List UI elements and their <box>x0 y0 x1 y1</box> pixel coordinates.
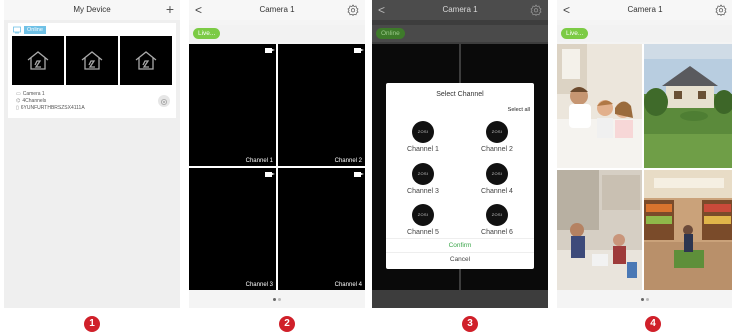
page-dot <box>273 298 276 301</box>
channel-thumbnail[interactable] <box>120 36 172 85</box>
channel-cell[interactable]: Channel 1 <box>189 44 276 166</box>
page-title: My Device <box>73 5 111 14</box>
header: < Camera 1 <box>189 0 365 20</box>
channel-option-label: Channel 6 <box>481 229 513 236</box>
back-button[interactable]: < <box>195 0 202 20</box>
device-settings-button[interactable] <box>158 95 170 107</box>
device-card[interactable]: Online ▭ Camera 1 ⌬ 4Channels ▯ 6YUNFURTHBR… <box>8 23 176 118</box>
status-bar: Online <box>372 25 548 42</box>
home-icon <box>81 51 103 70</box>
channel-cell[interactable]: Channel 2 <box>278 44 365 166</box>
step-number-4: 4 <box>645 316 661 332</box>
settings-icon[interactable] <box>347 4 359 16</box>
camera-icon <box>354 48 364 53</box>
zosi-logo: ZOSI <box>412 121 434 143</box>
id-icon: ▯ <box>16 105 19 111</box>
channel-option[interactable]: ZOSI Channel 4 <box>472 163 522 203</box>
channel-option-label: Channel 5 <box>407 229 439 236</box>
video-grid: Channel 1 Channel 2 Channel 3 Channel 4 <box>189 44 365 290</box>
zosi-logo: ZOSI <box>412 204 434 226</box>
camera-icon <box>354 172 364 177</box>
wifi-icon <box>13 26 21 34</box>
channel-option-label: Channel 1 <box>407 146 439 153</box>
channel-thumbnail[interactable] <box>12 36 64 85</box>
page-dot <box>278 298 281 301</box>
page-dot <box>646 298 649 301</box>
back-button[interactable]: < <box>563 0 570 20</box>
back-button[interactable]: < <box>378 0 385 20</box>
zosi-logo: ZOSI <box>412 163 434 185</box>
zosi-logo: ZOSI <box>486 204 508 226</box>
channel-option[interactable]: ZOSI Channel 3 <box>398 163 448 203</box>
page-title: Camera 1 <box>442 5 478 14</box>
settings-icon[interactable] <box>530 4 542 16</box>
select-all-button[interactable]: Select all <box>508 107 530 113</box>
channel-label: Channel 3 <box>245 282 273 288</box>
online-badge: Online <box>376 28 405 39</box>
status-badge: Online <box>24 26 46 34</box>
camera-feed-store[interactable] <box>644 170 732 290</box>
page-dot <box>641 298 644 301</box>
channel-option-label: Channel 2 <box>481 146 513 153</box>
channels-icon: ⌬ <box>16 98 21 104</box>
channel-cell[interactable]: Channel 3 <box>189 168 276 290</box>
step-number-2: 2 <box>279 316 295 332</box>
channel-count: 4Channels <box>22 98 47 104</box>
device-name: Camera 1 <box>22 91 45 97</box>
zosi-logo: ZOSI <box>486 121 508 143</box>
status-bar: Live... <box>189 25 365 42</box>
channel-option-label: Channel 3 <box>407 188 439 195</box>
select-channel-dialog: Select Channel Select all ZOSI Channel 1 … <box>386 83 534 269</box>
live-badge: Live... <box>193 28 221 39</box>
page-indicator <box>557 292 732 304</box>
live-badge: Live... <box>561 28 589 39</box>
page-indicator <box>189 292 365 304</box>
channel-thumbnail[interactable] <box>66 36 118 85</box>
step-number-3: 3 <box>462 316 478 332</box>
camera-feed-room[interactable] <box>557 170 642 290</box>
channel-option[interactable]: ZOSI Channel 2 <box>472 121 522 161</box>
camera-feed-house[interactable] <box>644 44 732 168</box>
confirm-button[interactable]: Confirm <box>386 238 534 251</box>
channel-label: Channel 2 <box>334 158 362 164</box>
camera-icon: ▭ <box>16 91 21 97</box>
camera-icon <box>265 48 275 53</box>
page-title: Camera 1 <box>627 5 663 14</box>
dialog-title: Select Channel <box>436 91 484 98</box>
screen-live-feeds: < Camera 1 Live... <box>557 0 732 308</box>
add-device-button[interactable]: + <box>166 0 174 18</box>
channel-label: Channel 1 <box>245 158 273 164</box>
status-bar: Live... <box>557 25 732 42</box>
channel-label: Channel 4 <box>334 282 362 288</box>
page-title: Camera 1 <box>259 5 295 14</box>
device-name-row: ▭ Camera 1 <box>16 91 45 97</box>
camera-icon <box>265 172 275 177</box>
cancel-button[interactable]: Cancel <box>386 252 534 266</box>
camera-feed-family[interactable] <box>557 44 642 168</box>
header: < Camera 1 <box>372 0 548 20</box>
channels-row: ⌬ 4Channels <box>16 98 46 104</box>
screen-my-device: My Device + Online ▭ Camera 1 ⌬ 4Channels … <box>4 0 180 308</box>
header: My Device + <box>4 0 180 20</box>
header: < Camera 1 <box>557 0 732 20</box>
id-row: ▯ 6YUNFURTHBRSZSX4111A <box>16 105 85 111</box>
channel-option-label: Channel 4 <box>481 188 513 195</box>
gear-icon <box>160 98 168 106</box>
zosi-logo: ZOSI <box>486 163 508 185</box>
settings-icon[interactable] <box>715 4 727 16</box>
home-icon <box>135 51 157 70</box>
channel-cell[interactable]: Channel 4 <box>278 168 365 290</box>
home-icon <box>27 51 49 70</box>
screen-live-grid: < Camera 1 Live... Channel 1 Channel 2 C… <box>189 0 365 308</box>
channel-option[interactable]: ZOSI Channel 1 <box>398 121 448 161</box>
step-number-1: 1 <box>84 316 100 332</box>
video-grid <box>557 44 732 290</box>
screen-select-channel: < Camera 1 Online Select Channel Select … <box>372 0 548 308</box>
device-id: 6YUNFURTHBRSZSX4111A <box>20 105 85 111</box>
